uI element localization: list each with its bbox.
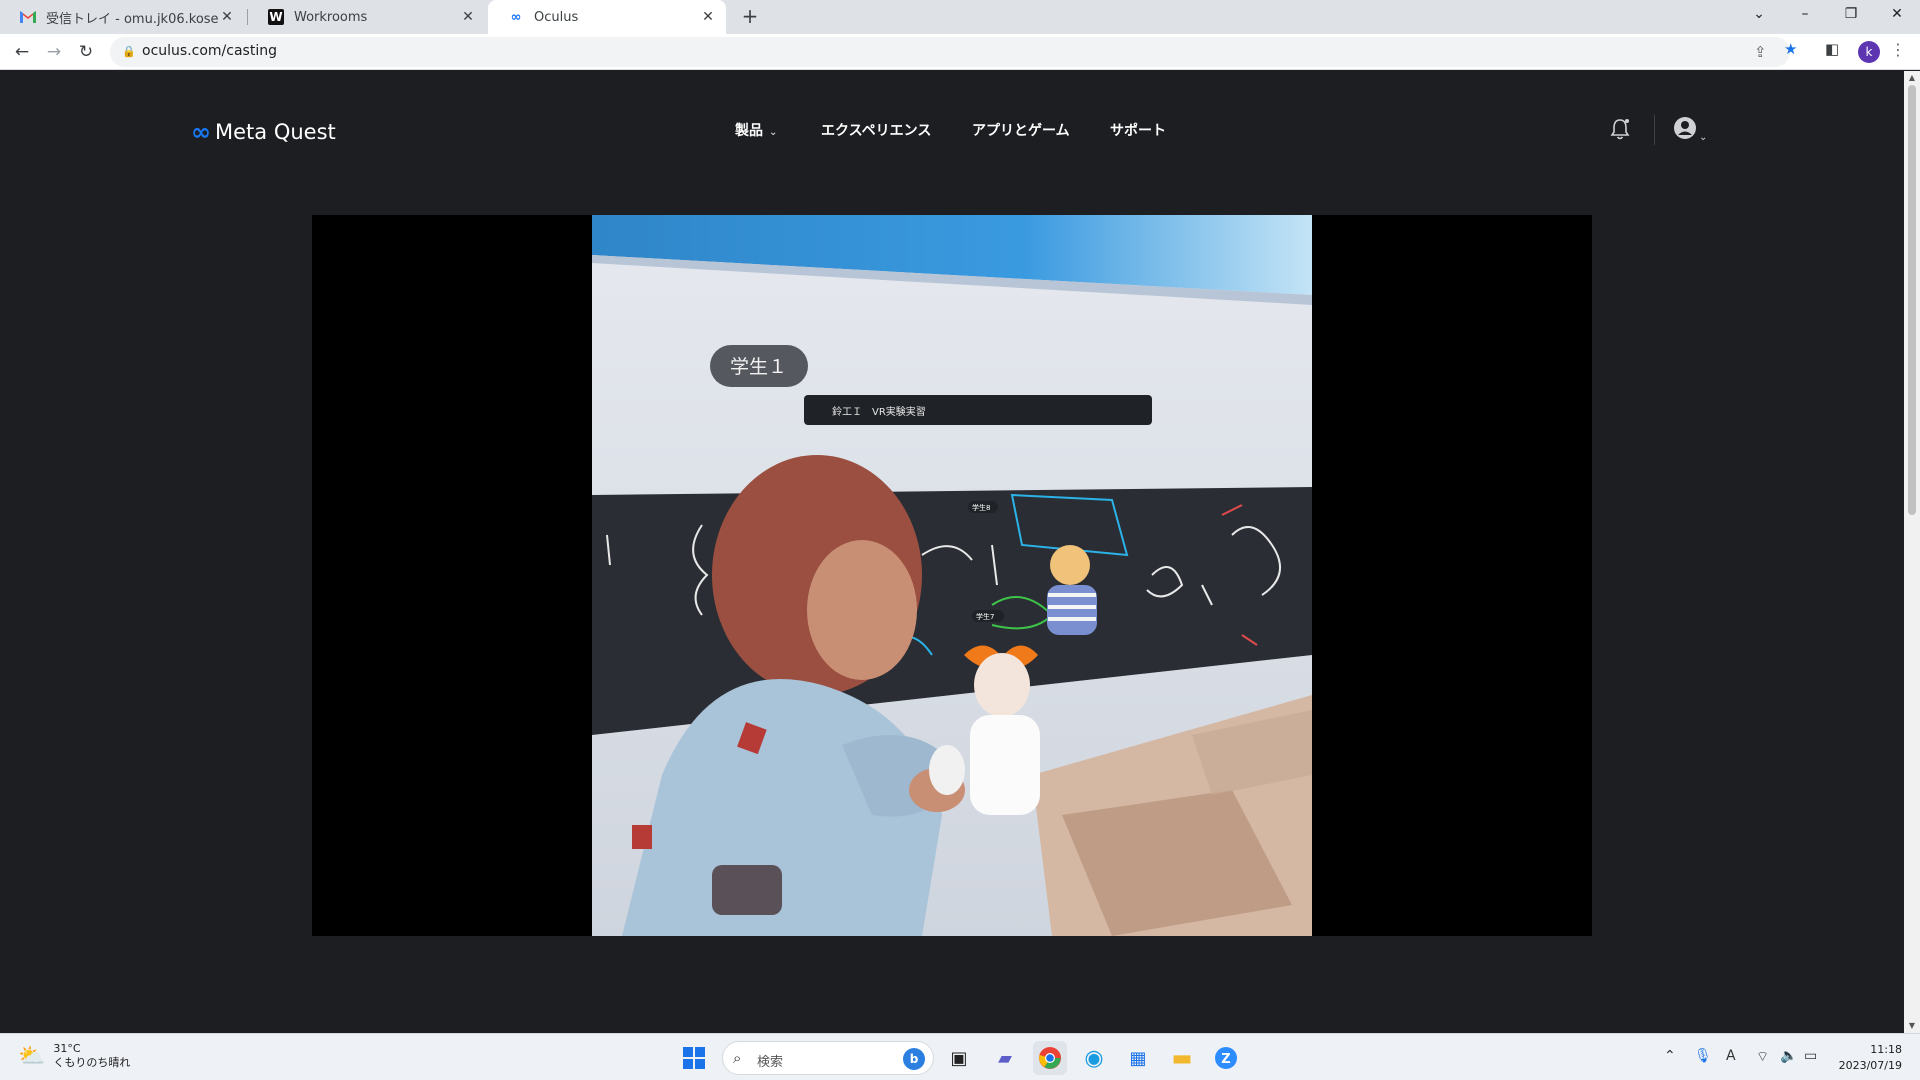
logo-text: Meta Quest	[215, 120, 336, 144]
vr-scene-image: 鈴工Ｉ VR実験実習 学生１ 学生8 学生7	[592, 215, 1312, 936]
browser-toolbar: ← → ↻ 🔒 oculus.com/casting ⇪ ★ ◧ k ⋮	[0, 34, 1920, 70]
zoom-icon[interactable]: Z	[1209, 1041, 1243, 1075]
nav-experiences[interactable]: エクスペリエンス	[821, 120, 931, 140]
bookmark-star-icon[interactable]: ★	[1784, 40, 1797, 58]
meta-logo-icon: ∞	[191, 118, 211, 146]
windows-taskbar: ⛅ 31°C くもりのち晴れ ⌕ 検索 b ▣ ▰ ◉ ▦ ▬ Z ⌃ 🎙 A …	[0, 1033, 1920, 1080]
weather-widget[interactable]: ⛅ 31°C くもりのち晴れ	[18, 1042, 130, 1070]
nav-label: 製品	[735, 123, 763, 139]
notification-bell-icon[interactable]	[1609, 117, 1631, 146]
task-view-icon[interactable]: ▣	[942, 1041, 976, 1075]
chevron-up-icon[interactable]: ⌃	[1664, 1048, 1676, 1064]
nav-label: サポート	[1110, 123, 1166, 139]
page-content: ∞ Meta Quest 製品 ⌄ エクスペリエンス アプリとゲーム サポート ⌄	[0, 71, 1904, 1033]
close-icon[interactable]: ✕	[460, 9, 476, 25]
tab-oculus[interactable]: ∞ Oculus ✕	[488, 0, 726, 34]
tab-title: 受信トレイ - omu.jk06.kosen@gm	[46, 11, 219, 27]
url-text[interactable]: oculus.com/casting	[142, 43, 277, 59]
name-tag: 学生１	[730, 356, 787, 378]
reload-icon[interactable]: ↻	[74, 40, 98, 64]
account-menu[interactable]: ⌄	[1673, 116, 1707, 145]
search-icon: ⌕	[733, 1049, 742, 1067]
tab-title: Oculus	[534, 9, 579, 25]
vr-cast-stream: 鈴工Ｉ VR実験実習 学生１ 学生8 学生7	[592, 215, 1312, 936]
temperature: 31°C	[53, 1042, 81, 1055]
new-tab-button[interactable]: +	[738, 5, 762, 29]
close-icon[interactable]: ✕	[219, 9, 235, 25]
avatar-label-1: 学生7	[976, 612, 994, 621]
bing-icon[interactable]: b	[903, 1048, 925, 1070]
microphone-icon[interactable]: 🎙	[1694, 1048, 1712, 1064]
meta-quest-logo[interactable]: ∞ Meta Quest	[191, 118, 336, 146]
teams-chat-icon[interactable]: ▰	[988, 1041, 1022, 1075]
edge-icon[interactable]: ◉	[1077, 1041, 1111, 1075]
board-title: 鈴工Ｉ VR実験実習	[832, 405, 926, 418]
search-placeholder: 検索	[757, 1055, 784, 1070]
svg-text:Z: Z	[1221, 1052, 1230, 1067]
wifi-icon[interactable]: ⌔	[1756, 1048, 1769, 1066]
share-icon[interactable]: ⇪	[1754, 43, 1767, 61]
gmail-icon	[20, 9, 36, 25]
meta-icon: ∞	[510, 9, 522, 25]
store-icon[interactable]: ▦	[1121, 1041, 1155, 1075]
file-explorer-icon[interactable]: ▬	[1165, 1041, 1199, 1075]
page-scrollbar[interactable]: ▲ ▼	[1904, 71, 1920, 1033]
back-icon[interactable]: ←	[10, 40, 34, 64]
taskbar-search[interactable]: ⌕ 検索 b	[722, 1041, 934, 1075]
battery-icon[interactable]: ▭	[1804, 1048, 1817, 1064]
start-button[interactable]	[677, 1041, 711, 1075]
scroll-down-icon[interactable]: ▼	[1904, 1019, 1920, 1033]
clock-date: 2023/07/19	[1838, 1059, 1902, 1072]
speaker-muted-icon[interactable]: 🔈	[1780, 1048, 1797, 1064]
tab-strip: 受信トレイ - omu.jk06.kosen@gm ✕ W Workrooms …	[0, 0, 1920, 34]
side-panel-icon[interactable]: ◧	[1825, 40, 1839, 58]
scroll-thumb[interactable]	[1908, 85, 1916, 515]
system-clock[interactable]: 11:18 2023/07/19	[1826, 1042, 1902, 1074]
chevron-down-icon: ⌄	[769, 127, 778, 138]
tab-search-icon[interactable]: ⌄	[1736, 0, 1782, 28]
weather-text: くもりのち晴れ	[53, 1056, 131, 1069]
nav-support[interactable]: サポート	[1110, 120, 1166, 140]
menu-icon[interactable]: ⋮	[1890, 40, 1906, 59]
chrome-icon[interactable]	[1033, 1041, 1067, 1075]
forward-icon[interactable]: →	[42, 40, 66, 64]
account-icon	[1674, 117, 1696, 139]
nav-label: エクスペリエンス	[821, 123, 932, 139]
header-divider	[1654, 115, 1655, 145]
tab-gmail[interactable]: 受信トレイ - omu.jk06.kosen@gm ✕	[0, 0, 245, 34]
minimize-button[interactable]: –	[1782, 0, 1828, 28]
profile-avatar[interactable]: k	[1858, 41, 1880, 63]
casting-video-player[interactable]: 鈴工Ｉ VR実験実習 学生１ 学生8 学生7	[312, 215, 1592, 936]
scroll-up-icon[interactable]: ▲	[1904, 71, 1920, 85]
ime-icon[interactable]: A	[1726, 1048, 1736, 1064]
windows-icon	[683, 1047, 705, 1069]
close-window-button[interactable]: ✕	[1874, 0, 1920, 28]
nav-label: アプリとゲーム	[972, 123, 1070, 139]
partly-cloudy-icon: ⛅	[18, 1043, 46, 1069]
close-icon[interactable]: ✕	[700, 9, 716, 25]
chevron-down-icon: ⌄	[1699, 132, 1708, 143]
tab-title: Workrooms	[294, 9, 368, 25]
nav-products[interactable]: 製品 ⌄	[735, 120, 777, 140]
avatar-label-2: 学生8	[972, 503, 990, 512]
tab-workrooms[interactable]: W Workrooms ✕	[248, 0, 486, 34]
restore-button[interactable]: ❐	[1828, 0, 1874, 28]
nav-apps-games[interactable]: アプリとゲーム	[972, 120, 1070, 140]
workrooms-icon: W	[268, 9, 284, 25]
address-bar[interactable]: 🔒 oculus.com/casting ⇪	[110, 37, 1790, 67]
lock-icon: 🔒	[122, 45, 136, 58]
clock-time: 11:18	[1870, 1043, 1902, 1056]
